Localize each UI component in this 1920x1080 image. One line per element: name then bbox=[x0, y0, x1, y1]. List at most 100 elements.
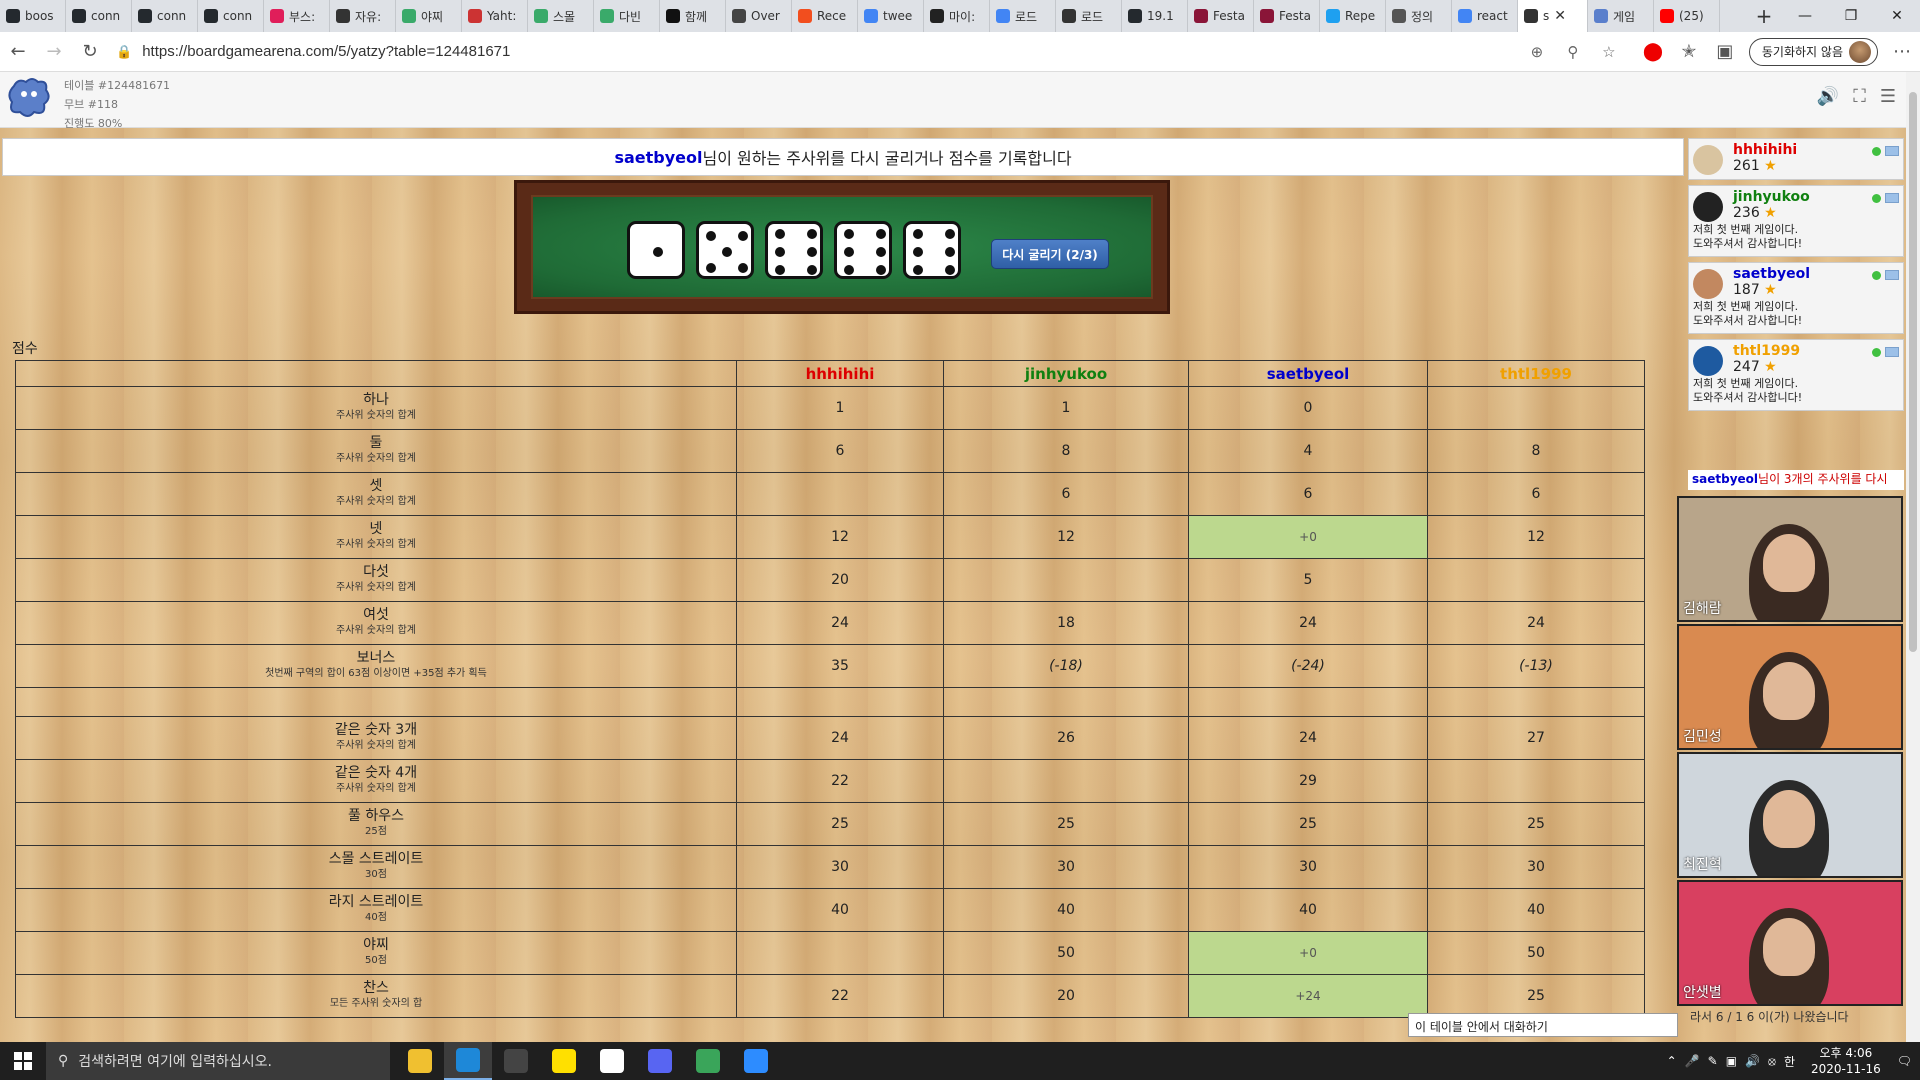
browser-tab[interactable]: Over bbox=[726, 0, 792, 32]
die[interactable] bbox=[834, 221, 892, 279]
new-tab-button[interactable]: + bbox=[1746, 0, 1782, 32]
score-option-cell[interactable]: +0 bbox=[1188, 515, 1428, 559]
player-avatar[interactable] bbox=[1693, 145, 1723, 175]
battery-saver-icon[interactable]: ⦻ bbox=[1768, 1054, 1776, 1069]
die[interactable] bbox=[765, 221, 823, 279]
ime-icon[interactable]: 한 bbox=[1784, 1053, 1795, 1070]
browser-tab[interactable]: 야찌 bbox=[396, 0, 462, 32]
browser-tab[interactable]: twee bbox=[858, 0, 924, 32]
chat-log-peek: 라서 6 / 1 6 이(가) 나왔습니다 bbox=[1690, 1010, 1849, 1024]
video-tile[interactable]: 안샛별 bbox=[1677, 880, 1903, 1006]
browser-tab[interactable]: conn bbox=[198, 0, 264, 32]
score-body: 하나 주사위 숫자의 합계 1 1 0 둘 주사위 숫자의 합계 6 8 4 8 셋 주사위 숫자의 합… bbox=[15, 386, 1645, 1018]
sound-icon[interactable]: 🔊 bbox=[1817, 86, 1839, 107]
favorites-icon[interactable]: ✭ bbox=[1671, 36, 1707, 68]
video-tile[interactable]: 김해람 bbox=[1677, 496, 1903, 622]
browser-tab[interactable]: Yaht: bbox=[462, 0, 528, 32]
chat-input[interactable]: 이 테이블 안에서 대화하기 bbox=[1408, 1013, 1678, 1037]
browser-tab[interactable]: 로드 bbox=[1056, 0, 1122, 32]
back-icon[interactable]: ← bbox=[0, 36, 36, 68]
start-button[interactable] bbox=[0, 1052, 46, 1070]
notification-icon[interactable]: 🗨 bbox=[1897, 1054, 1912, 1068]
restore-icon[interactable]: ❐ bbox=[1828, 0, 1874, 32]
fullscreen-icon[interactable]: ⛶ bbox=[1853, 86, 1866, 107]
browser-tab[interactable]: Rece bbox=[792, 0, 858, 32]
browser-tab[interactable]: 로드 bbox=[990, 0, 1056, 32]
browser-tab[interactable]: Festa bbox=[1254, 0, 1320, 32]
network-icon[interactable]: ▣ bbox=[1726, 1054, 1737, 1068]
browser-tab[interactable]: 마이: bbox=[924, 0, 990, 32]
browser-tab[interactable]: Festa bbox=[1188, 0, 1254, 32]
zoom-icon[interactable]: ⚲ bbox=[1555, 43, 1591, 61]
pen-icon[interactable]: ✎ bbox=[1708, 1054, 1718, 1068]
player-message-line: 저희 첫 번째 게임이다. bbox=[1693, 377, 1799, 390]
browser-tab[interactable]: 19.1 bbox=[1122, 0, 1188, 32]
browser-tab[interactable]: 함께 bbox=[660, 0, 726, 32]
sourcetree-app-icon[interactable] bbox=[684, 1042, 732, 1080]
player-avatar[interactable] bbox=[1693, 346, 1723, 376]
collections-icon[interactable]: ▣ bbox=[1707, 36, 1743, 68]
sync-button[interactable]: 동기화하지 않음 bbox=[1748, 37, 1878, 66]
score-option-cell[interactable]: +0 bbox=[1188, 931, 1428, 975]
browser-tab[interactable]: conn bbox=[66, 0, 132, 32]
score-cell: 24 bbox=[736, 601, 944, 645]
hamburger-menu-icon[interactable]: ☰ bbox=[1880, 86, 1896, 107]
zoom-app-icon[interactable] bbox=[732, 1042, 780, 1080]
player-avatar[interactable] bbox=[1693, 192, 1723, 222]
forward-icon[interactable]: → bbox=[36, 36, 72, 68]
add-app-icon[interactable]: ⊕ bbox=[1519, 43, 1555, 61]
browser-tab[interactable]: 부스: bbox=[264, 0, 330, 32]
clock[interactable]: 오후 4:06 2020-11-16 bbox=[1811, 1045, 1881, 1077]
score-category: 보너스 첫번째 구역의 합이 63점 이상이면 +35점 추가 획득 bbox=[15, 644, 737, 688]
player-card: hhhihihi 261 ★ bbox=[1688, 138, 1904, 180]
favorite-star-icon[interactable]: ☆ bbox=[1591, 43, 1627, 61]
browser-tab[interactable]: conn bbox=[132, 0, 198, 32]
browser-tab[interactable]: react bbox=[1452, 0, 1518, 32]
address-bar[interactable]: 🔒 https://boardgamearena.com/5/yatzy?tab… bbox=[116, 37, 1627, 67]
browser-tab[interactable]: (25) bbox=[1654, 0, 1720, 32]
browser-tab[interactable]: Repe bbox=[1320, 0, 1386, 32]
video-call-panel: 김해람 김민성 최진혁 안샛별 bbox=[1676, 496, 1904, 1008]
video-tile[interactable]: 최진혁 bbox=[1677, 752, 1903, 878]
volume-icon[interactable]: 🔊 bbox=[1745, 1054, 1760, 1068]
discord-app-icon[interactable] bbox=[636, 1042, 684, 1080]
video-tile[interactable]: 김민성 bbox=[1677, 624, 1903, 750]
close-tab-icon[interactable]: ✕ bbox=[1554, 8, 1566, 24]
terminal-app-icon[interactable] bbox=[492, 1042, 540, 1080]
close-window-icon[interactable]: ✕ bbox=[1874, 0, 1920, 32]
url-text[interactable]: https://boardgamearena.com/5/yatzy?table… bbox=[142, 43, 1519, 60]
slack-app-icon[interactable] bbox=[588, 1042, 636, 1080]
browser-tab[interactable]: 정의 bbox=[1386, 0, 1452, 32]
category-description: 25점 bbox=[365, 826, 387, 837]
player-avatar[interactable] bbox=[1693, 269, 1723, 299]
tray-chevron-icon[interactable]: ⌃ bbox=[1667, 1054, 1677, 1068]
score-option-cell[interactable]: +24 bbox=[1188, 974, 1428, 1018]
refresh-icon[interactable]: ↻ bbox=[72, 36, 108, 68]
taskbar-search[interactable]: ⚲ 검색하려면 여기에 입력하십시오. bbox=[46, 1042, 390, 1080]
bga-logo-icon[interactable] bbox=[6, 76, 52, 120]
opera-extension-icon[interactable]: ⬤ bbox=[1635, 36, 1671, 68]
microphone-icon[interactable]: 🎤 bbox=[1685, 1054, 1700, 1068]
die[interactable] bbox=[696, 221, 754, 279]
more-menu-icon[interactable]: ⋯ bbox=[1884, 36, 1920, 68]
explorer-app-icon[interactable] bbox=[396, 1042, 444, 1080]
die[interactable] bbox=[903, 221, 961, 279]
reroll-button[interactable]: 다시 굴리기 (2/3) bbox=[991, 239, 1109, 269]
minimize-icon[interactable]: — bbox=[1782, 0, 1828, 32]
lock-icon[interactable]: 🔒 bbox=[116, 44, 132, 60]
browser-tab[interactable]: 다빈 bbox=[594, 0, 660, 32]
browser-tab[interactable]: boos bbox=[0, 0, 66, 32]
kakaotalk-app-icon[interactable] bbox=[540, 1042, 588, 1080]
die[interactable] bbox=[627, 221, 685, 279]
player-score: 261 ★ bbox=[1733, 158, 1899, 174]
browser-tab[interactable]: s ✕ bbox=[1518, 0, 1588, 32]
browser-tab[interactable]: 스몰 bbox=[528, 0, 594, 32]
player-score-value: 236 bbox=[1733, 205, 1760, 221]
festa-icon bbox=[1194, 9, 1208, 23]
edge-app-icon[interactable] bbox=[444, 1042, 492, 1080]
score-cell bbox=[943, 759, 1189, 803]
browser-tab[interactable]: 게임 bbox=[1588, 0, 1654, 32]
browser-tab[interactable]: 자유: bbox=[330, 0, 396, 32]
page-scrollbar[interactable] bbox=[1906, 72, 1920, 1056]
scrollbar-thumb[interactable] bbox=[1909, 92, 1917, 652]
